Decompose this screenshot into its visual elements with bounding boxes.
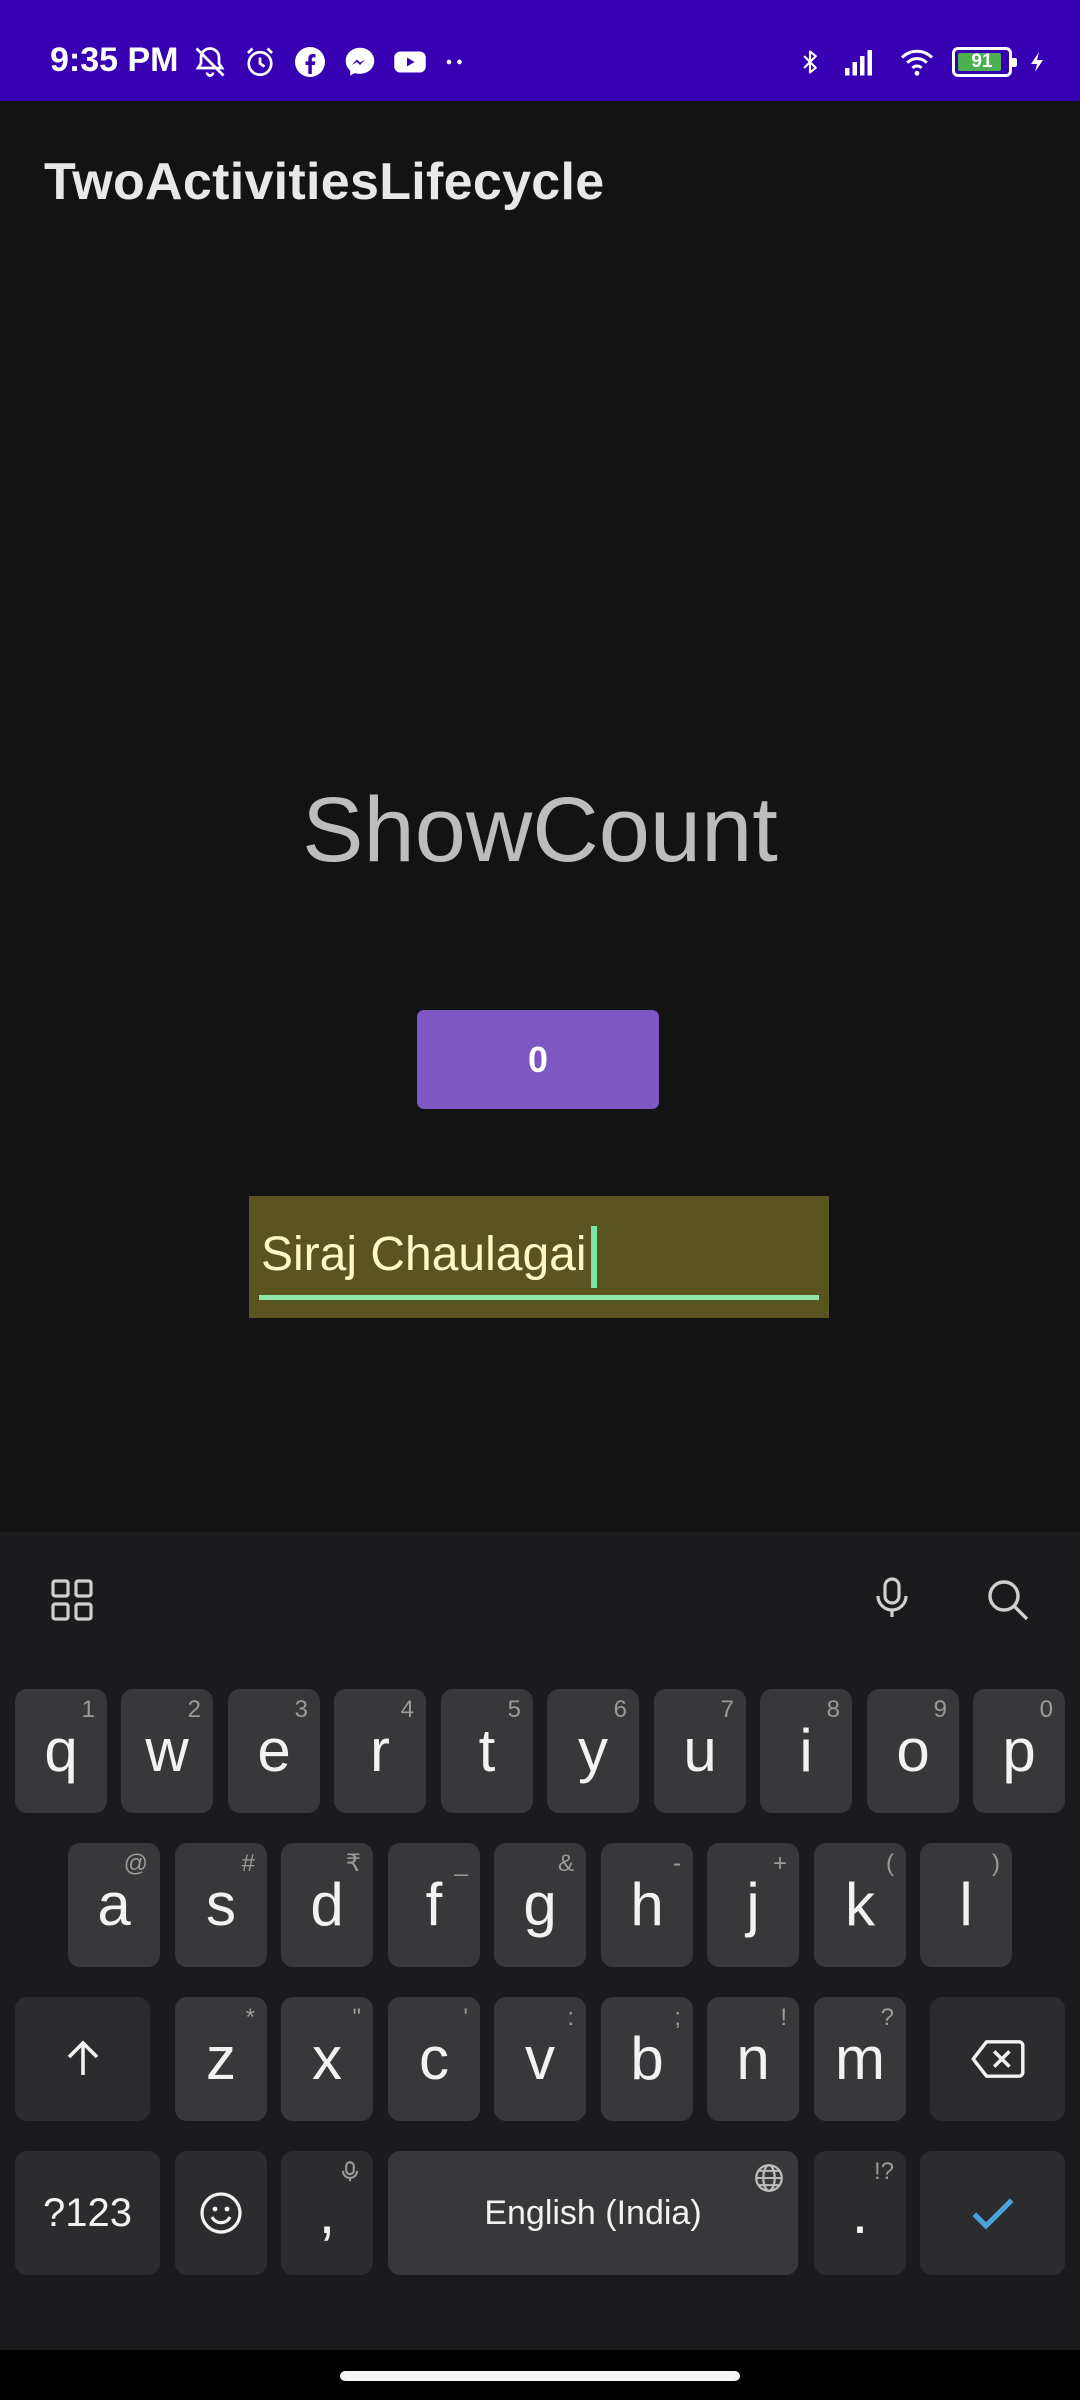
name-input-text: Siraj Chaulagai — [261, 1228, 587, 1281]
checkmark-icon — [972, 2198, 1013, 2230]
key-t[interactable]: t5 — [441, 1689, 533, 1813]
system-icons: 91 — [796, 42, 1050, 82]
battery-level: 91 — [971, 51, 993, 72]
key-f[interactable]: f _ — [388, 1843, 480, 1967]
space-key[interactable]: English (India) — [388, 2151, 798, 2275]
key-e[interactable]: e3 — [228, 1689, 320, 1813]
more-dots-icon — [446, 59, 462, 65]
youtube-icon — [394, 51, 426, 73]
status-bar: 9:35 PM 91 — [0, 0, 1080, 101]
comma-mic-hint-icon — [341, 2161, 359, 2182]
key-j[interactable]: j + — [707, 1843, 799, 1967]
status-time: 9:35 PM — [50, 41, 179, 79]
apps-grid-icon[interactable] — [48, 1576, 96, 1624]
key-w[interactable]: w2 — [121, 1689, 213, 1813]
messenger-icon — [345, 47, 375, 76]
facebook-icon — [295, 47, 325, 77]
key-s[interactable]: s # — [175, 1843, 267, 1967]
enter-key[interactable] — [920, 2151, 1065, 2275]
name-input[interactable]: Siraj Chaulagai — [249, 1196, 829, 1318]
alarm-icon — [247, 47, 273, 77]
notification-icons — [192, 42, 470, 82]
key-d[interactable]: d ₹ — [281, 1843, 373, 1967]
soft-keyboard: q1 w2 e3 r4 t5 y6 u7 i8 o9 p0 a @ s # d ₹ f… — [0, 1532, 1080, 2400]
key-u[interactable]: u7 — [654, 1689, 746, 1813]
key-v[interactable]: v: — [494, 1997, 586, 2121]
key-a[interactable]: a @ — [68, 1843, 160, 1967]
key-l[interactable]: l) — [920, 1843, 1012, 1967]
key-z[interactable]: z * — [175, 1997, 267, 2121]
key-n[interactable]: n! — [707, 1997, 799, 2121]
key-b[interactable]: b; — [601, 1997, 693, 2121]
backspace-key[interactable] — [930, 1997, 1065, 2121]
text-cursor — [591, 1226, 597, 1288]
show-count-heading: ShowCount — [302, 779, 778, 881]
comma-key[interactable]: , — [281, 2151, 373, 2275]
microphone-icon[interactable] — [868, 1574, 916, 1622]
backspace-icon — [970, 2040, 1025, 2078]
key-y[interactable]: y6 — [547, 1689, 639, 1813]
bluetooth-icon — [803, 50, 817, 74]
emoji-key[interactable] — [175, 2151, 267, 2275]
key-m[interactable]: m? — [814, 1997, 906, 2121]
app-title: TwoActivitiesLifecycle — [44, 153, 605, 211]
key-c[interactable]: c ' — [388, 1997, 480, 2121]
key-p[interactable]: p0 — [973, 1689, 1065, 1813]
gesture-handle[interactable] — [340, 2371, 740, 2381]
battery-icon: 91 — [952, 47, 1017, 77]
signal-icon — [845, 50, 872, 76]
notifications-off-icon — [195, 47, 225, 77]
charging-icon — [1031, 52, 1043, 72]
key-k[interactable]: k( — [814, 1843, 906, 1967]
key-x[interactable]: x " — [281, 1997, 373, 2121]
search-icon[interactable] — [984, 1576, 1032, 1624]
key-q[interactable]: q1 — [15, 1689, 107, 1813]
symbols-key[interactable]: ?123 — [15, 2151, 160, 2275]
period-key[interactable]: . !? — [814, 2151, 906, 2275]
key-g[interactable]: g & — [494, 1843, 586, 1967]
key-o[interactable]: o9 — [867, 1689, 959, 1813]
globe-icon — [755, 2164, 783, 2192]
count-button[interactable]: 0 — [417, 1010, 659, 1109]
key-h[interactable]: h- — [601, 1843, 693, 1967]
shift-key[interactable] — [15, 1997, 150, 2121]
key-i[interactable]: i8 — [760, 1689, 852, 1813]
emoji-icon — [200, 2192, 242, 2234]
wifi-icon — [900, 49, 934, 76]
key-r[interactable]: r4 — [334, 1689, 426, 1813]
input-underline — [259, 1295, 819, 1300]
shift-arrow-icon — [67, 2040, 98, 2075]
keyboard-toolbar — [0, 1532, 1080, 1664]
